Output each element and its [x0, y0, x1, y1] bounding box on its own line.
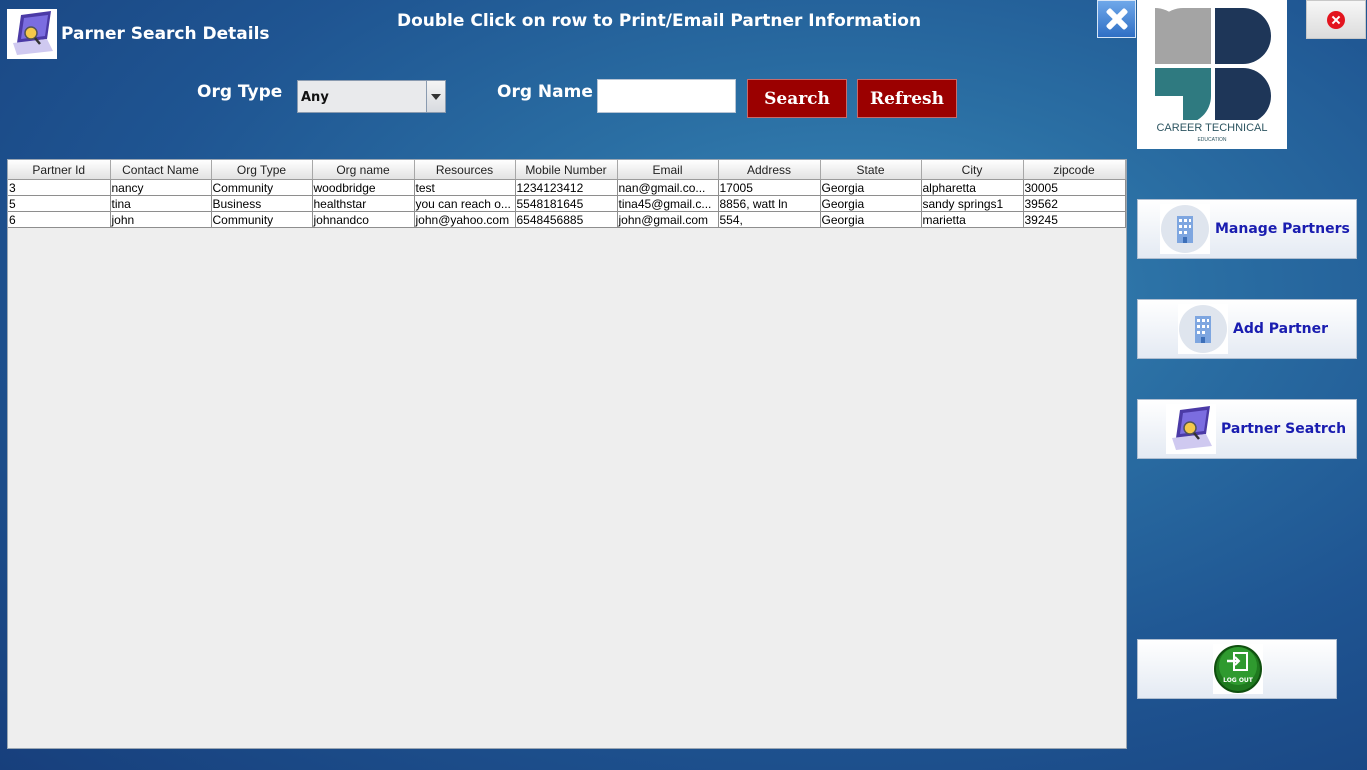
logout-door-icon: LOG OUT — [1213, 644, 1263, 694]
manage-partners-button[interactable]: Manage Partners — [1137, 199, 1357, 259]
org-name-label: Org Name — [497, 82, 593, 102]
table-cell: 3 — [8, 179, 111, 196]
table-cell: 17005 — [718, 179, 821, 196]
table-cell: 8856, watt ln — [718, 195, 821, 212]
table-header-row: Partner Id Contact Name Org Type Org nam… — [8, 160, 1126, 180]
page-title: Parner Search Details — [61, 24, 270, 44]
column-header[interactable]: Resources — [414, 160, 516, 180]
building-icon — [1178, 304, 1228, 354]
add-partner-label: Add Partner — [1233, 321, 1329, 337]
column-header[interactable]: Mobile Number — [515, 160, 618, 180]
table-cell: 39562 — [1023, 195, 1126, 212]
table-cell: john@yahoo.com — [414, 211, 516, 228]
table-cell: 6 — [8, 211, 111, 228]
logout-icon-text: LOG OUT — [1223, 677, 1254, 684]
table-cell: marietta — [921, 211, 1024, 228]
table-cell: john@gmail.com — [617, 211, 719, 228]
table-cell: Georgia — [820, 179, 922, 196]
table-cell: tina45@gmail.c... — [617, 195, 719, 212]
table-cell: johnandco — [312, 211, 415, 228]
table-row[interactable]: 6 john Community johnandco john@yahoo.co… — [8, 211, 1126, 228]
partner-table[interactable]: Partner Id Contact Name Org Type Org nam… — [7, 159, 1127, 749]
org-type-label: Org Type — [197, 82, 283, 102]
column-header[interactable]: City — [921, 160, 1024, 180]
table-cell: alpharetta — [921, 179, 1024, 196]
search-button[interactable]: Search — [747, 79, 847, 118]
column-header[interactable]: Email — [617, 160, 719, 180]
org-type-select[interactable]: Any — [297, 80, 446, 113]
column-header[interactable]: State — [820, 160, 922, 180]
org-type-selected-value: Any — [301, 90, 329, 105]
column-header[interactable]: Contact Name — [110, 160, 212, 180]
logo-text: CAREER TECHNICAL — [1156, 122, 1268, 134]
table-row[interactable]: 3 nancy Community woodbridge test 123412… — [8, 179, 1126, 196]
partner-search-button[interactable]: Partner Seatrch — [1137, 399, 1357, 459]
column-header[interactable]: Address — [718, 160, 821, 180]
column-header[interactable]: zipcode — [1023, 160, 1126, 180]
add-partner-button[interactable]: Add Partner — [1137, 299, 1357, 359]
table-cell: you can reach o... — [414, 195, 516, 212]
table-cell: tina — [110, 195, 212, 212]
column-header[interactable]: Org Type — [211, 160, 313, 180]
career-technical-logo: CAREER TECHNICAL EDUCATION — [1137, 0, 1287, 149]
table-cell: woodbridge — [312, 179, 415, 196]
table-cell: Business — [211, 195, 313, 212]
refresh-button[interactable]: Refresh — [857, 79, 957, 118]
table-cell: Georgia — [820, 195, 922, 212]
table-cell: Georgia — [820, 211, 922, 228]
column-header[interactable]: Partner Id — [8, 160, 111, 180]
table-cell: 1234123412 — [515, 179, 618, 196]
table-cell: test — [414, 179, 516, 196]
manage-partners-label: Manage Partners — [1215, 221, 1350, 237]
table-cell: Community — [211, 211, 313, 228]
table-cell: 39245 — [1023, 211, 1126, 228]
logout-button[interactable]: LOG OUT — [1137, 639, 1337, 699]
table-cell: 30005 — [1023, 179, 1126, 196]
table-cell: nancy — [110, 179, 212, 196]
column-header[interactable]: Org name — [312, 160, 415, 180]
partner-table-grid: Partner Id Contact Name Org Type Org nam… — [8, 160, 1126, 228]
table-cell: 5 — [8, 195, 111, 212]
red-close-icon — [1327, 11, 1345, 29]
instruction-text: Double Click on row to Print/Email Partn… — [397, 11, 922, 31]
table-cell: sandy springs1 — [921, 195, 1024, 212]
building-icon — [1160, 204, 1210, 254]
exit-button[interactable] — [1306, 0, 1366, 39]
table-cell: nan@gmail.co... — [617, 179, 719, 196]
table-cell: 6548456885 — [515, 211, 618, 228]
laptop-search-icon — [1166, 404, 1216, 454]
table-cell: Community — [211, 179, 313, 196]
laptop-search-icon — [7, 9, 57, 59]
table-cell: john — [110, 211, 212, 228]
table-cell: 554, — [718, 211, 821, 228]
table-cell: healthstar — [312, 195, 415, 212]
table-row[interactable]: 5 tina Business healthstar you can reach… — [8, 195, 1126, 212]
chevron-down-icon[interactable] — [426, 81, 445, 112]
table-cell: 5548181645 — [515, 195, 618, 212]
partner-search-label: Partner Seatrch — [1221, 421, 1347, 437]
close-icon[interactable] — [1097, 0, 1136, 38]
logo-subtext: EDUCATION — [1197, 137, 1227, 143]
org-name-input[interactable] — [597, 79, 736, 113]
